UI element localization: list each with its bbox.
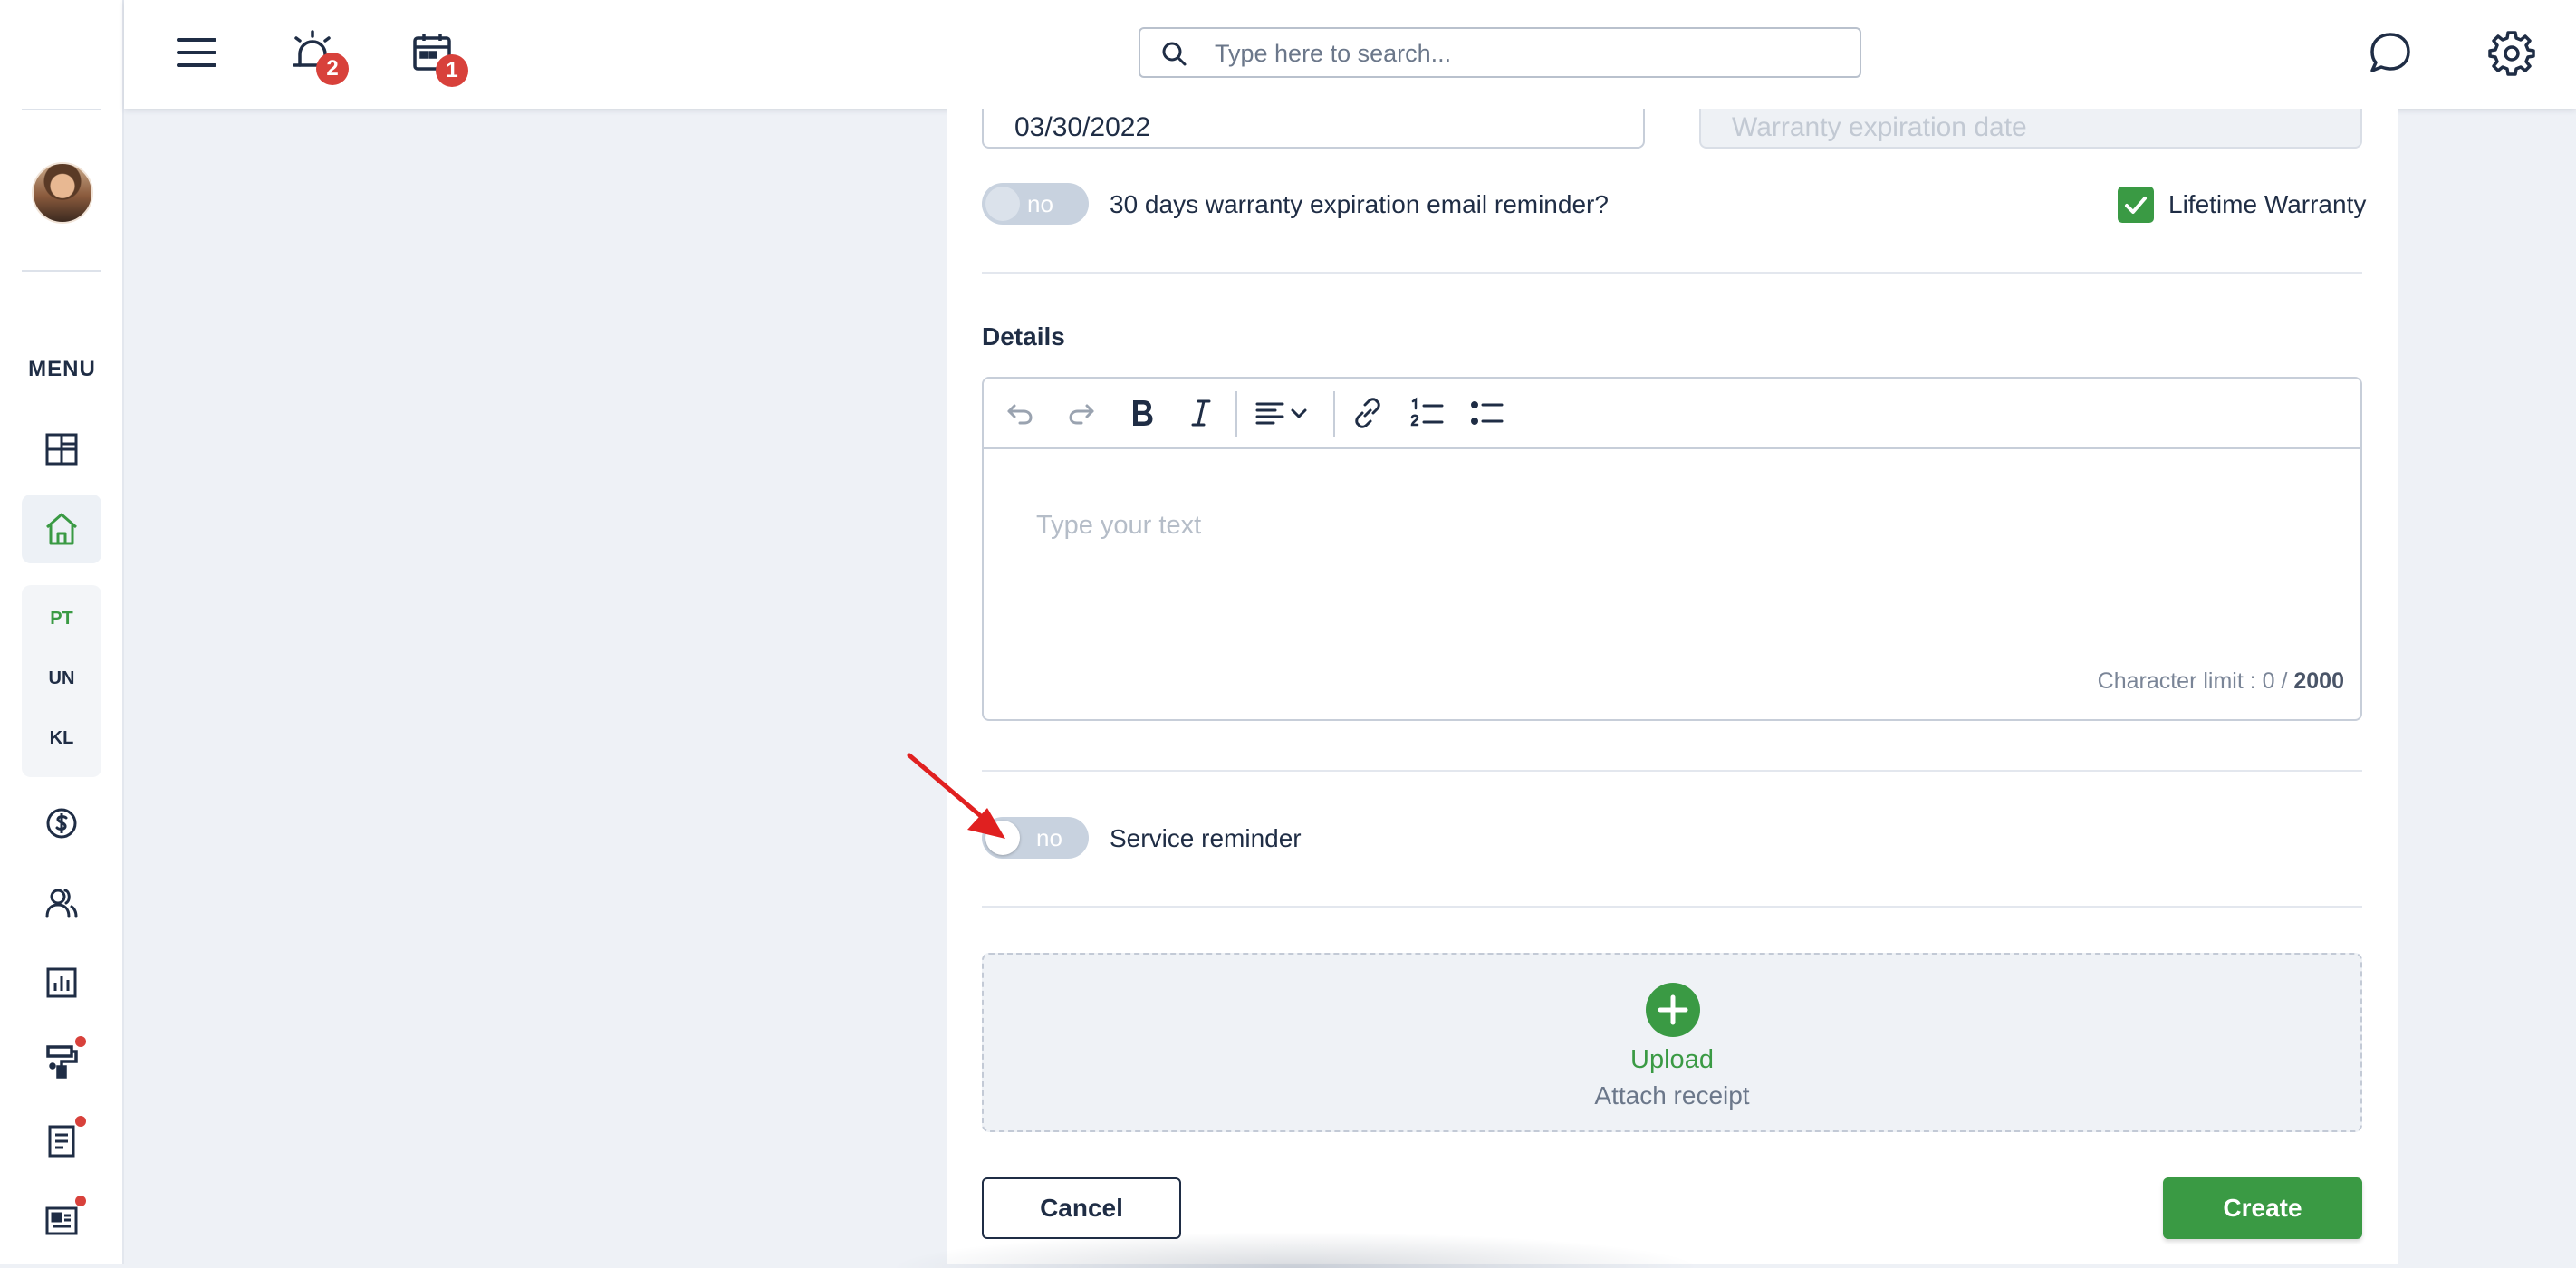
divider xyxy=(982,906,2362,908)
search-input[interactable] xyxy=(1213,36,1832,71)
notification-dot xyxy=(75,1036,86,1047)
dollar-icon[interactable] xyxy=(40,802,83,845)
avatar[interactable] xyxy=(32,162,93,224)
divider xyxy=(982,272,2362,274)
cancel-button[interactable]: Cancel xyxy=(982,1177,1181,1239)
align-left-icon[interactable] xyxy=(1252,395,1288,431)
form-card: 03/30/2022 Warranty expiration date no 3… xyxy=(947,109,2398,1264)
hamburger-menu-icon[interactable] xyxy=(171,27,222,78)
sidebar-item-kl[interactable]: KL xyxy=(22,728,101,749)
service-reminder-label: Service reminder xyxy=(1110,824,1302,852)
character-limit-prefix: Character limit : 0 / xyxy=(2097,668,2288,694)
upload-title: Upload xyxy=(1630,1045,1714,1074)
bold-icon[interactable] xyxy=(1123,395,1159,431)
ordered-list-icon[interactable] xyxy=(1409,395,1446,431)
users-icon[interactable] xyxy=(40,881,83,925)
lifetime-warranty-label: Lifetime Warranty xyxy=(2168,190,2367,218)
link-icon[interactable] xyxy=(1350,395,1386,431)
sidebar-divider xyxy=(22,270,101,272)
upload-dropzone[interactable]: Upload Attach receipt xyxy=(982,953,2362,1132)
editor-toolbar xyxy=(984,379,2360,449)
notification-dot xyxy=(75,1116,86,1127)
details-title: Details xyxy=(982,322,1065,351)
details-placeholder: Type your text xyxy=(1036,511,1202,540)
gear-icon[interactable] xyxy=(2486,27,2537,78)
toolbar-separator xyxy=(1235,391,1237,437)
paint-roller-icon[interactable] xyxy=(40,1040,83,1083)
warranty-expiration-field: Warranty expiration date xyxy=(1699,109,2362,149)
warranty-reminder-label: 30 days warranty expiration email remind… xyxy=(1110,190,1609,218)
search-icon xyxy=(1162,42,1187,66)
divider xyxy=(982,770,2362,772)
top-bar: 2 1 xyxy=(124,0,2576,109)
lifetime-warranty-checkbox[interactable] xyxy=(2118,187,2154,223)
search-box xyxy=(1139,27,1861,78)
details-editor[interactable]: Type your text Character limit : 0 / 200… xyxy=(982,377,2362,721)
calendar-badge: 1 xyxy=(436,54,468,87)
reports-icon[interactable] xyxy=(40,961,83,1004)
warranty-reminder-toggle[interactable]: no xyxy=(982,183,1089,225)
chevron-down-icon[interactable] xyxy=(1288,395,1310,431)
alerts-badge: 2 xyxy=(316,53,349,85)
sidebar-item-un[interactable]: UN xyxy=(22,668,101,689)
annotation-arrow-icon xyxy=(907,753,1005,839)
news-icon[interactable] xyxy=(40,1199,83,1243)
upload-subtitle: Attach receipt xyxy=(1594,1081,1750,1110)
menu-label: MENU xyxy=(28,357,96,381)
undo-icon[interactable] xyxy=(1002,395,1038,431)
sidebar: MENU PT UN KL xyxy=(0,0,124,1264)
chat-icon[interactable] xyxy=(2365,27,2416,78)
dashboard-icon[interactable] xyxy=(40,427,83,471)
home-icon[interactable] xyxy=(40,507,83,551)
redo-icon[interactable] xyxy=(1063,395,1100,431)
toggle-state: no xyxy=(1027,190,1053,217)
character-limit: Character limit : 0 / 2000 xyxy=(2098,668,2344,695)
check-icon xyxy=(2125,197,2147,214)
purchase-date-field[interactable]: 03/30/2022 xyxy=(982,109,1645,149)
toggle-state: no xyxy=(1036,824,1062,851)
document-icon[interactable] xyxy=(40,1119,83,1163)
toolbar-separator xyxy=(1333,391,1335,437)
scroll-shadow xyxy=(888,1232,1703,1268)
character-limit-max: 2000 xyxy=(2293,668,2344,694)
toggle-knob xyxy=(985,187,1020,221)
sidebar-divider xyxy=(22,109,101,110)
plus-circle-icon[interactable] xyxy=(1645,982,1701,1038)
italic-icon[interactable] xyxy=(1183,395,1219,431)
create-button[interactable]: Create xyxy=(2163,1177,2362,1239)
sidebar-item-pt[interactable]: PT xyxy=(22,609,101,629)
notification-dot xyxy=(75,1196,86,1206)
bullet-list-icon[interactable] xyxy=(1469,395,1505,431)
